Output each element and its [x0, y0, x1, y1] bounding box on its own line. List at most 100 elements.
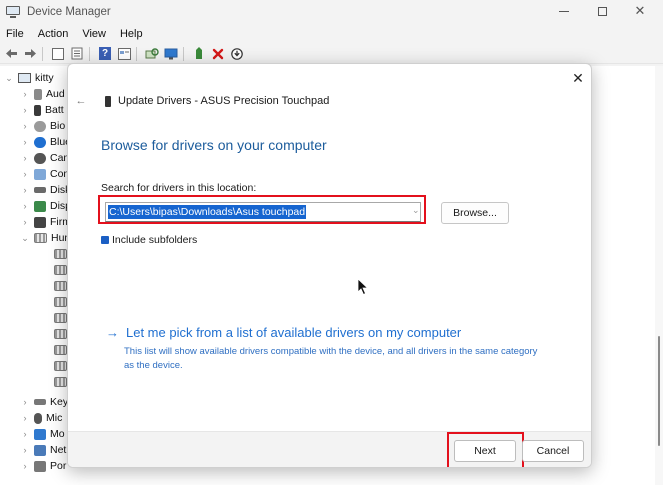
driver-path-value: C:\Users\bipas\Downloads\Asus touchpad	[108, 205, 307, 219]
hid-device-icon	[54, 377, 67, 387]
toolbar: ?	[0, 44, 663, 64]
tree-item[interactable]: › Por	[20, 458, 67, 474]
tree-root-label: kitty	[35, 72, 54, 84]
menu-action[interactable]: Action	[38, 28, 69, 40]
hid-device-icon	[54, 249, 67, 259]
update-drivers-dialog: ✕ ← Update Drivers - ASUS Precision Touc…	[67, 63, 592, 468]
scan-icon[interactable]	[144, 46, 160, 62]
tree-item[interactable]: › Firm	[20, 214, 72, 230]
tree-scrollbar[interactable]	[655, 66, 663, 485]
chevron-right-icon[interactable]: ›	[20, 153, 30, 163]
maximize-button[interactable]	[583, 0, 621, 22]
tree-item[interactable]: › Aud	[20, 86, 65, 102]
chevron-right-icon[interactable]: ›	[20, 185, 30, 195]
browse-button[interactable]: Browse...	[441, 202, 509, 224]
toolbar-separator	[89, 46, 90, 61]
tree-item-label: Key	[50, 396, 69, 408]
menu-help[interactable]: Help	[120, 28, 143, 40]
hid-device-icon	[54, 265, 67, 275]
tree-item[interactable]: › Mic	[20, 410, 63, 426]
pick-from-list-label: Let me pick from a list of available dri…	[126, 325, 462, 340]
touchpad-device-icon	[105, 96, 111, 107]
add-driver-icon[interactable]	[191, 46, 207, 62]
chevron-down-icon[interactable]: ⌄	[4, 73, 14, 84]
dialog-close-button[interactable]: ✕	[568, 68, 588, 88]
tree-item[interactable]: › Bio	[20, 118, 66, 134]
hid-device-icon	[54, 297, 67, 307]
tree-item[interactable]: › Key	[20, 394, 69, 410]
tree-item[interactable]: › Cam	[20, 150, 73, 166]
tree-item[interactable]: ⌄ Hum	[20, 230, 73, 246]
tree-item-label: Bio	[50, 120, 66, 132]
chevron-right-icon[interactable]: ›	[20, 121, 30, 131]
tree-root[interactable]: ⌄ kitty	[4, 70, 54, 86]
include-subfolders-label: Include subfolders	[112, 234, 198, 246]
device-manager-app-icon	[6, 6, 20, 18]
battery-icon	[34, 104, 41, 116]
menu-file[interactable]: File	[6, 28, 24, 40]
chevron-right-icon[interactable]: ›	[20, 413, 30, 423]
hid-device-icon	[54, 345, 67, 355]
biometric-icon	[34, 120, 46, 132]
toolbar-separator	[183, 46, 184, 61]
cancel-button[interactable]: Cancel	[522, 440, 584, 462]
chevron-right-icon[interactable]: ›	[20, 445, 30, 455]
chevron-right-icon[interactable]: ›	[20, 217, 30, 227]
menu-bar: File Action View Help	[0, 25, 663, 43]
scrollbar-thumb[interactable]	[658, 336, 660, 446]
close-icon: ✕	[572, 69, 584, 86]
network-icon	[34, 444, 46, 456]
disk-icon	[34, 187, 46, 193]
tree-item[interactable]: › Disp	[20, 198, 72, 214]
bluetooth-icon	[34, 136, 46, 148]
chevron-right-icon[interactable]: ›	[20, 429, 30, 439]
tree-item[interactable]: › Disk	[20, 182, 71, 198]
chevron-right-icon[interactable]: ›	[20, 461, 30, 471]
chevron-down-icon[interactable]: ⌄	[20, 233, 30, 244]
tree-item[interactable]: › Con	[20, 166, 70, 182]
window-title: Device Manager	[27, 6, 111, 18]
monitor-icon[interactable]	[163, 46, 179, 62]
keyboard-icon	[34, 399, 46, 405]
minimize-button[interactable]	[545, 0, 583, 22]
tree-item-label: Por	[50, 460, 67, 472]
tree-item[interactable]: › Net	[20, 442, 67, 458]
help-icon[interactable]: ?	[97, 46, 113, 62]
disable-icon[interactable]	[229, 46, 245, 62]
port-icon	[34, 460, 46, 472]
tree-item-label: Batt	[45, 104, 64, 116]
tree-item[interactable]: › Blue	[20, 134, 72, 150]
driver-path-input[interactable]: C:\Users\bipas\Downloads\Asus touchpad ⌄	[105, 202, 421, 222]
chevron-right-icon[interactable]: ›	[20, 201, 30, 211]
forward-arrow-icon[interactable]	[22, 46, 38, 62]
minimize-icon	[559, 10, 569, 12]
back-arrow-icon[interactable]: ←	[75, 94, 87, 108]
uninstall-icon[interactable]	[210, 46, 226, 62]
properties-icon[interactable]	[50, 46, 66, 62]
computer-icon	[34, 168, 46, 180]
mouse-pointer-icon	[357, 278, 369, 296]
chevron-right-icon[interactable]: ›	[20, 169, 30, 179]
include-subfolders-row[interactable]: Include subfolders	[101, 234, 197, 246]
include-subfolders-checkbox[interactable]	[101, 236, 109, 244]
hid-icon	[34, 233, 47, 243]
chevron-right-icon[interactable]: ›	[20, 89, 30, 99]
update-icon[interactable]	[69, 46, 85, 62]
monitor-icon	[34, 428, 46, 440]
back-arrow-icon[interactable]	[3, 46, 19, 62]
tree-item-label: Mo	[50, 428, 65, 440]
chevron-down-icon[interactable]: ⌄	[412, 205, 420, 216]
tree-item[interactable]: › Batt	[20, 102, 64, 118]
tree-item[interactable]: › Mo	[20, 426, 65, 442]
view-icon[interactable]	[116, 46, 132, 62]
pick-from-list-link[interactable]: → Let me pick from a list of available d…	[106, 325, 461, 340]
menu-view[interactable]: View	[82, 28, 106, 40]
window-close-button[interactable]: ✕	[621, 0, 659, 22]
chevron-right-icon[interactable]: ›	[20, 397, 30, 407]
mouse-icon	[34, 412, 42, 424]
chevron-right-icon[interactable]: ›	[20, 105, 30, 115]
chevron-right-icon[interactable]: ›	[20, 137, 30, 147]
next-button[interactable]: Next	[454, 440, 516, 462]
tree-item-label: Net	[50, 444, 67, 456]
camera-icon	[34, 152, 46, 164]
